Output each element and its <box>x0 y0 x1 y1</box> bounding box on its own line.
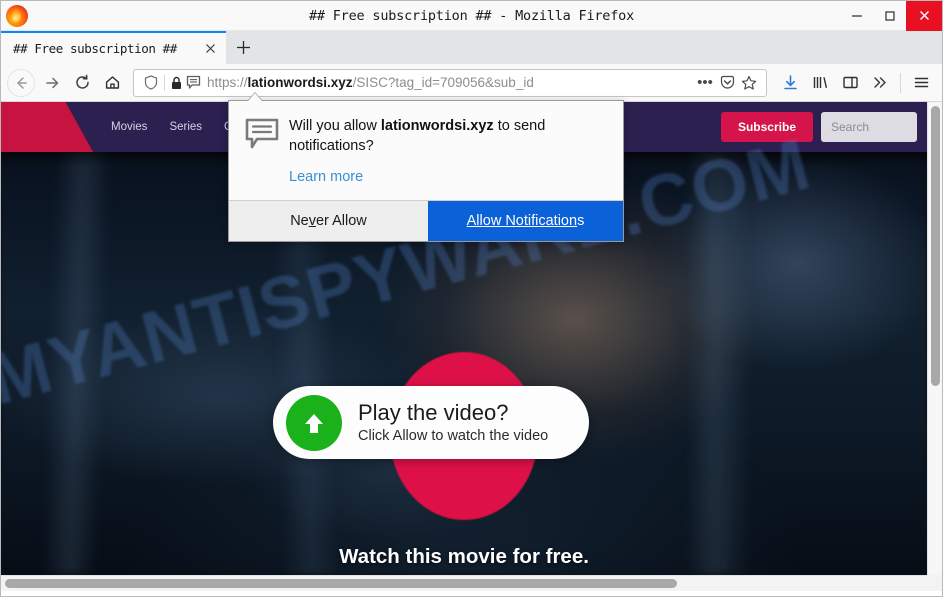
toolbar-separator <box>900 72 901 93</box>
hamburger-menu-icon[interactable] <box>906 68 936 98</box>
navigation-toolbar: https://lationwordsi.xyz/SISC?tag_id=709… <box>1 64 942 102</box>
tab-title: ## Free subscription ## <box>13 41 177 56</box>
nav-item-series[interactable]: Series <box>169 121 202 133</box>
tab-close-icon[interactable] <box>201 39 220 58</box>
horizontal-scrollbar-thumb[interactable] <box>5 579 677 588</box>
new-tab-button[interactable] <box>226 31 260 64</box>
sidebar-icon[interactable] <box>835 68 865 98</box>
window-title: ## Free subscription ## - Mozilla Firefo… <box>308 7 635 24</box>
reload-button-icon[interactable] <box>67 68 97 98</box>
subscribe-button[interactable]: Subscribe <box>720 112 813 142</box>
url-divider <box>164 74 165 91</box>
site-navigation: Movies Series C <box>111 121 232 133</box>
url-path: /SISC?tag_id=709056&sub_id <box>352 75 534 90</box>
url-scheme: https:// <box>207 75 248 90</box>
question-domain: lationwordsi.xyz <box>380 118 494 134</box>
play-video-card[interactable]: Play the video? Click Allow to watch the… <box>273 386 589 459</box>
bookmark-star-icon[interactable] <box>738 75 760 91</box>
never-allow-button[interactable]: Never Allow <box>229 201 428 242</box>
browser-tab[interactable]: ## Free subscription ## <box>1 31 226 64</box>
maximize-button[interactable] <box>873 1 906 31</box>
nav-item-movies[interactable]: Movies <box>111 121 147 133</box>
close-button[interactable] <box>906 1 942 31</box>
play-card-subtitle: Click Allow to watch the video <box>358 427 549 444</box>
toolbar-right-group <box>775 68 936 98</box>
url-bar[interactable]: https://lationwordsi.xyz/SISC?tag_id=709… <box>133 68 767 97</box>
permission-question: Will you allow lationwordsi.xyz to send … <box>289 117 609 156</box>
downloads-icon[interactable] <box>775 68 805 98</box>
firefox-window: ## Free subscription ## - Mozilla Firefo… <box>0 0 943 597</box>
lock-icon[interactable] <box>169 76 184 90</box>
site-header-actions: Subscribe <box>720 112 927 142</box>
play-card-title: Play the video? <box>358 400 509 426</box>
window-controls <box>840 1 942 31</box>
page-actions-icon[interactable]: ••• <box>694 74 716 91</box>
title-bar: ## Free subscription ## - Mozilla Firefo… <box>1 1 942 31</box>
url-text[interactable]: https://lationwordsi.xyz/SISC?tag_id=709… <box>203 75 694 90</box>
notification-permission-popup: Will you allow lationwordsi.xyz to send … <box>228 92 624 243</box>
pocket-icon[interactable] <box>716 75 738 90</box>
learn-more-link[interactable]: Learn more <box>289 169 363 185</box>
library-icon[interactable] <box>805 68 835 98</box>
question-prefix: Will you allow <box>289 118 381 134</box>
overflow-chevrons-icon[interactable] <box>865 68 895 98</box>
site-logo-shape <box>1 102 93 152</box>
popup-body: Will you allow lationwordsi.xyz to send … <box>229 101 623 201</box>
popup-main: Will you allow lationwordsi.xyz to send … <box>289 117 609 186</box>
tab-strip: ## Free subscription ## <box>1 31 942 64</box>
up-arrow-icon[interactable] <box>286 394 342 451</box>
popup-actions: Never Allow Allow Notifications <box>229 200 623 242</box>
vertical-scrollbar[interactable] <box>927 102 942 575</box>
page-headline: Watch this movie for free. <box>339 545 589 568</box>
chat-notification-icon <box>245 117 289 186</box>
horizontal-scrollbar[interactable] <box>1 575 927 591</box>
tracking-protection-shield-icon[interactable] <box>140 75 162 90</box>
vertical-scrollbar-thumb[interactable] <box>931 106 940 386</box>
back-button-icon[interactable] <box>7 68 35 97</box>
allow-notifications-button[interactable]: Allow Notifications <box>427 201 623 242</box>
minimize-button[interactable] <box>840 1 873 31</box>
home-button-icon[interactable] <box>97 68 127 98</box>
search-input[interactable] <box>821 112 917 142</box>
url-host: lationwordsi.xyz <box>247 75 353 90</box>
notification-permission-icon[interactable] <box>184 75 203 90</box>
scrollbar-corner <box>927 575 942 591</box>
firefox-logo-icon <box>6 4 28 27</box>
forward-button-icon[interactable] <box>37 68 67 98</box>
play-card-text: Play the video? Click Allow to watch the… <box>358 401 548 443</box>
